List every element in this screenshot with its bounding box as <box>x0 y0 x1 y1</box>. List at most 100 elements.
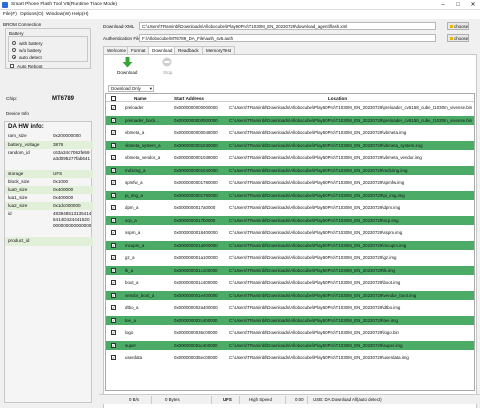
table-row[interactable]: ✓ logo 0x0000000036c00000 C:\Users\TRaminbl… <box>106 328 474 337</box>
row-name: preloader <box>125 105 144 110</box>
hw-info-row: random_id c63a34c7062fe59a3d095277fab641 <box>5 149 93 170</box>
row-checkbox[interactable]: ✓ <box>111 142 116 148</box>
row-location: C:\Users\TRaminbl\Downloads\Allobocube\i… <box>229 117 472 123</box>
app-icon <box>2 2 8 8</box>
hw-info-value: UFS <box>53 171 63 176</box>
table-row[interactable]: ✓ mcupm_a 0x000000001a000000 C:\Users\TRami… <box>106 240 474 250</box>
tab-readback[interactable]: Readback <box>174 46 203 54</box>
table-row[interactable]: ✓ preloader_back... 0x0000000000000000 C:\U… <box>106 115 474 125</box>
table-row[interactable]: ✓ tee_a 0x000000002c400000 C:\Users\TRaminb… <box>106 315 474 325</box>
choose-xml-button[interactable]: choose <box>447 22 469 30</box>
row-name: md1img_a <box>125 167 146 173</box>
select-all-checkbox[interactable] <box>111 95 116 101</box>
brom-group-title: BROM Connection <box>3 22 42 27</box>
table-row[interactable]: ✓ gz_a 0x000000001a100000 C:\Users\TRaminbl… <box>106 253 474 262</box>
table-row[interactable]: ✓ lk_a 0x000000001c100000 C:\Users\TRaminbl… <box>106 265 474 275</box>
download-arrow-icon <box>122 57 133 68</box>
table-row[interactable]: ✓ dpm_a 0x0000000017a0000 C:\Users\TRaminbl… <box>106 203 474 212</box>
row-checkbox[interactable]: ✓ <box>111 180 116 185</box>
row-checkbox[interactable]: ✓ <box>111 267 116 273</box>
row-address: 0x0000000000000000 <box>174 117 218 123</box>
col-location[interactable]: Location <box>328 96 347 101</box>
row-checkbox[interactable]: ✓ <box>111 217 116 223</box>
tab-welcome[interactable]: Welcome <box>103 46 131 54</box>
row-checkbox[interactable]: ✓ <box>111 255 116 260</box>
row-checkbox[interactable]: ✓ <box>111 192 116 198</box>
maximize-icon[interactable]: □ <box>451 0 465 10</box>
tab-format[interactable]: Format <box>127 46 150 54</box>
table-header: Name Start Address Location <box>106 94 474 102</box>
minimize-icon[interactable]: – <box>436 0 450 10</box>
table-row[interactable]: ✓ scp_a 0x0000000017b0000 C:\Users\TRaminbl… <box>106 215 474 225</box>
row-address: 0x0000000001030000 <box>174 142 218 148</box>
row-location: C:\Users\TRaminbl\Downloads\Allobocube\i… <box>229 242 407 248</box>
status-time: 0:00 <box>295 397 304 402</box>
download-button[interactable]: Download <box>115 57 141 77</box>
row-checkbox[interactable]: ✓ <box>111 317 116 323</box>
table-row[interactable]: ✓ vbmeta_vendor_a 0x0000000001038000 C:\Use… <box>106 153 474 162</box>
col-name[interactable]: Name <box>134 96 147 101</box>
row-name: userdata <box>125 355 143 360</box>
battery-without-radio[interactable] <box>12 48 16 52</box>
hw-info-key: battery_voltage <box>8 142 40 147</box>
row-address: 0x0000000018400000 <box>174 230 218 235</box>
row-address: 0x000000002a400000 <box>174 305 218 310</box>
menu-options[interactable]: Options(O) <box>20 12 43 17</box>
battery-auto-label: auto detect <box>19 54 42 60</box>
auto-reboot-checkbox[interactable] <box>10 64 14 68</box>
row-checkbox[interactable]: ✓ <box>111 155 116 160</box>
battery-auto-radio[interactable] <box>12 55 16 59</box>
download-xml-field[interactable]: C:\Users\TRaminbl\Downloads\Allobocube\i… <box>139 22 436 30</box>
row-location: C:\Users\TRaminbl\Downloads\Allobocube\i… <box>229 130 407 135</box>
menu-window[interactable]: Window(W) <box>46 12 71 17</box>
row-name: vbmeta_system_a <box>125 142 161 148</box>
row-checkbox[interactable]: ✓ <box>111 130 116 135</box>
row-name: tee_a <box>125 317 136 323</box>
hw-info-value: 3876 <box>53 142 64 147</box>
table-row[interactable]: ✓ vbmeta_a 0x0000000000048000 C:\Users\TRam… <box>106 128 474 137</box>
table-row[interactable]: ✓ pi_img_a 0x0000000001790000 C:\Users\TRam… <box>106 190 474 200</box>
battery-without-label: w/o battery <box>19 47 42 53</box>
row-location: C:\Users\TRaminbl\Downloads\Allobocube\i… <box>229 180 405 185</box>
row-location: C:\Users\TRaminbl\Downloads\Allobocube\i… <box>229 105 472 110</box>
table-row[interactable]: ✓ userdata 0x000000035ec00000 C:\Users\TRam… <box>106 353 474 362</box>
row-checkbox[interactable]: ✓ <box>111 205 116 210</box>
menu-file[interactable]: File(F) <box>3 12 17 17</box>
row-checkbox[interactable]: ✓ <box>111 167 116 173</box>
choose-auth-button[interactable]: choose <box>447 34 469 42</box>
row-checkbox[interactable]: ✓ <box>111 230 116 235</box>
row-name: spmfw_a <box>125 180 143 185</box>
tab-memorytest[interactable]: MemoryTest <box>202 46 236 54</box>
auth-file-field[interactable]: F:\Allobocube\MT6789_DA_File\auth_sv5.au… <box>139 34 436 42</box>
col-address[interactable]: Start Address <box>174 96 204 101</box>
battery-with-radio[interactable] <box>12 41 16 45</box>
stop-button[interactable]: Stop <box>157 57 177 77</box>
table-row[interactable]: ✓ vbmeta_system_a 0x0000000001030000 C:\Use… <box>106 140 474 150</box>
close-icon[interactable]: ✕ <box>466 0 480 10</box>
row-checkbox[interactable]: ✓ <box>111 330 116 335</box>
row-name: super <box>125 342 136 348</box>
stop-icon <box>162 57 172 67</box>
table-row[interactable]: ✓ preloader 0x0000000000000000 C:\Users\TRa… <box>106 103 474 112</box>
row-checkbox[interactable]: ✓ <box>111 355 116 360</box>
row-checkbox[interactable]: ✓ <box>111 305 116 310</box>
row-checkbox[interactable]: ✓ <box>111 105 116 110</box>
table-row[interactable]: ✓ md1img_a 0x0000000001040000 C:\Users\TRam… <box>106 165 474 175</box>
table-row[interactable]: ✓ dtbo_a 0x000000002a400000 C:\Users\TRamin… <box>106 303 474 312</box>
table-row[interactable]: ✓ boot_a 0x000000001c400000 C:\Users\TRamin… <box>106 278 474 287</box>
row-checkbox[interactable]: ✓ <box>111 117 116 123</box>
row-checkbox[interactable]: ✓ <box>111 292 116 298</box>
hw-info-title: DA HW info: <box>8 123 44 130</box>
row-checkbox[interactable]: ✓ <box>111 242 116 248</box>
row-name: vbmeta_vendor_a <box>125 155 161 160</box>
table-row[interactable]: ✓ vendor_boot_a 0x000000001e400000 C:\Users… <box>106 290 474 300</box>
row-address: 0x0000000000000000 <box>174 105 218 110</box>
download-mode-select[interactable]: Download Only ▾ <box>108 85 154 92</box>
row-checkbox[interactable]: ✓ <box>111 280 116 285</box>
tab-download[interactable]: Download <box>148 46 177 54</box>
row-checkbox[interactable]: ✓ <box>111 342 116 348</box>
table-row[interactable]: ✓ sspm_a 0x0000000018400000 C:\Users\TRamin… <box>106 228 474 237</box>
table-row[interactable]: ✓ super 0x00000000ac400000 C:\Users\TRaminb… <box>106 340 474 350</box>
menu-help[interactable]: Help(H) <box>72 12 89 17</box>
table-row[interactable]: ✓ spmfw_a 0x0000000001780000 C:\Users\TRami… <box>106 178 474 187</box>
